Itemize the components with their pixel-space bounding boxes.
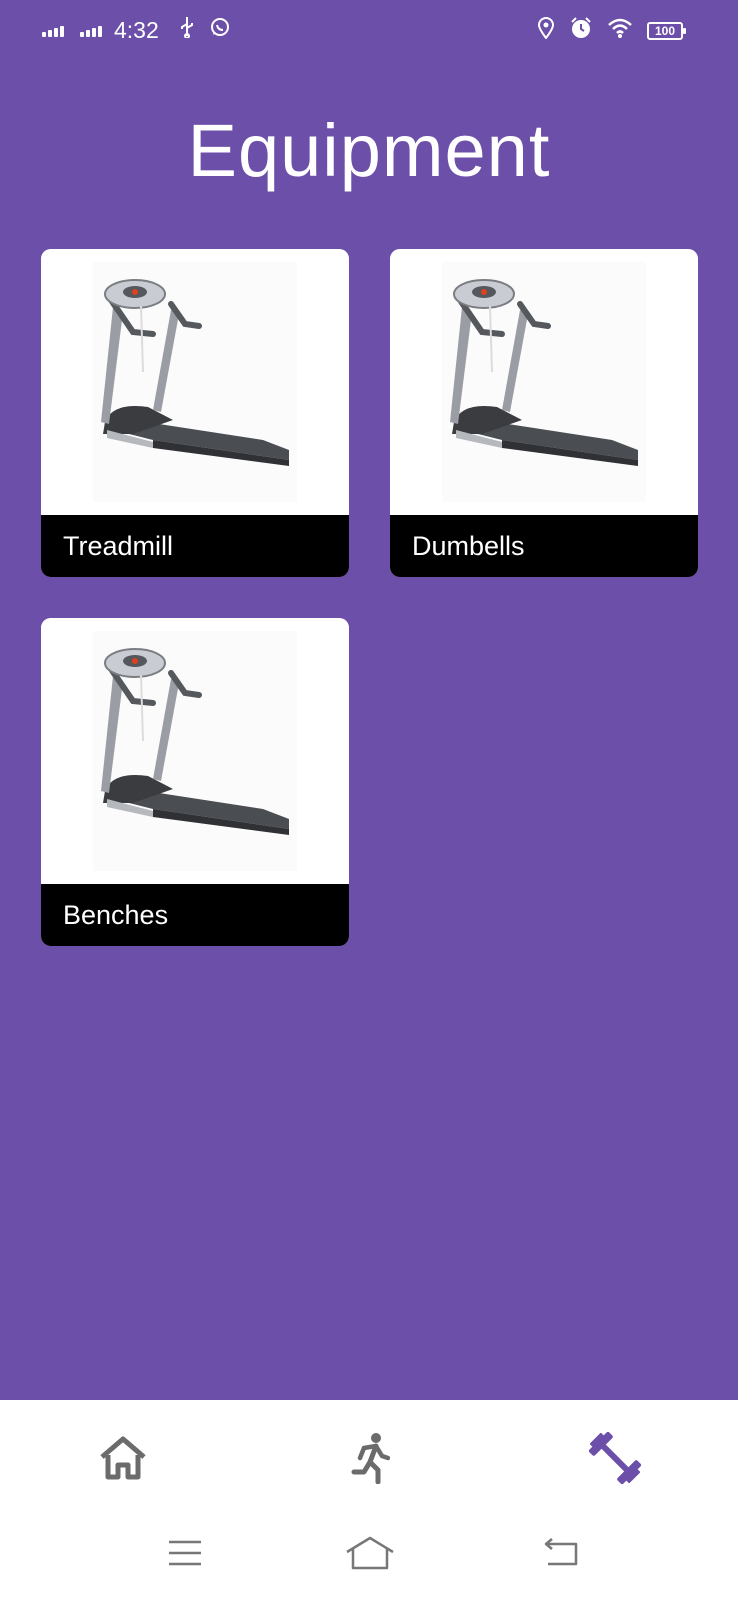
card-label: Benches [41,884,349,946]
nav-equipment-button[interactable] [585,1430,645,1490]
wifi-icon [607,17,633,45]
signal-icon [80,23,102,37]
nav-exercise-button[interactable] [340,1430,400,1490]
alarm-icon [569,16,593,46]
card-label: Dumbells [390,515,698,577]
menu-icon [167,1539,203,1572]
equipment-card-benches[interactable]: Benches [41,618,349,946]
treadmill-image [41,618,349,884]
treadmill-image [41,249,349,515]
running-person-icon [350,1432,391,1489]
location-icon [537,17,555,45]
bottom-navigation [0,1400,738,1510]
equipment-card-dumbells[interactable]: Dumbells [390,249,698,577]
back-icon [542,1537,582,1573]
battery-icon: 100 [647,22,686,40]
usb-icon [179,16,195,44]
status-time: 4:32 [114,16,159,43]
nav-home-button[interactable] [93,1430,153,1490]
card-label: Treadmill [41,515,349,577]
page-title: Equipment [187,109,551,192]
home-outline-icon [345,1536,395,1575]
treadmill-image [390,249,698,515]
equipment-card-treadmill[interactable]: Treadmill [41,249,349,577]
status-bar: 4:32 100 [0,0,738,60]
dumbbell-icon [587,1430,643,1491]
system-home-button[interactable] [340,1530,400,1580]
signal-icon [42,23,64,37]
whatsapp-icon [209,16,231,44]
system-back-button[interactable] [532,1530,592,1580]
home-icon [98,1435,148,1486]
system-navigation-bar [0,1510,738,1600]
recent-apps-button[interactable] [155,1530,215,1580]
